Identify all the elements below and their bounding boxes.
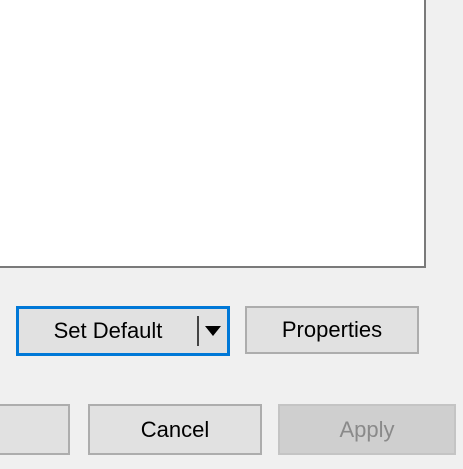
cancel-button[interactable]: Cancel <box>88 404 262 455</box>
set-default-button[interactable]: Set Default <box>19 309 197 353</box>
dialog-footer: Cancel Apply <box>0 378 463 469</box>
set-default-dropdown-button[interactable] <box>199 309 227 353</box>
device-list[interactable] <box>0 0 426 268</box>
triangle-down-icon <box>205 326 221 336</box>
apply-button: Apply <box>278 404 456 455</box>
set-default-split-button[interactable]: Set Default <box>16 306 230 356</box>
properties-button[interactable]: Properties <box>245 306 419 354</box>
ok-button[interactable] <box>0 404 70 455</box>
